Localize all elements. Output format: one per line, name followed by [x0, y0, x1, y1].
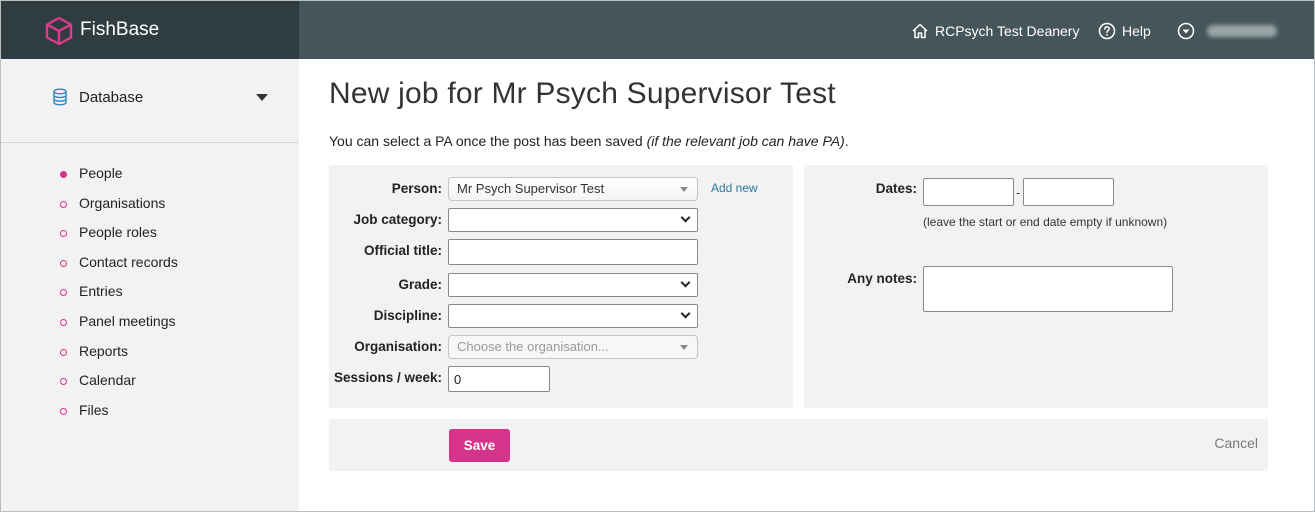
job-details-panel: Person: Mr Psych Supervisor Test Add new… — [329, 165, 793, 408]
grade-select[interactable] — [448, 273, 698, 297]
sidebar-item-label: Panel meetings — [79, 313, 176, 329]
date-separator: - — [1016, 185, 1021, 200]
sidebar-item-contact-records[interactable]: Contact records — [1, 254, 201, 274]
end-date-input[interactable] — [1023, 178, 1114, 206]
sessions-per-week-input[interactable] — [448, 366, 550, 392]
sidebar-item-files[interactable]: Files — [1, 402, 201, 422]
job-category-select[interactable] — [448, 208, 698, 232]
bullet-icon — [60, 289, 67, 296]
main-content: New job for Mr Psych Supervisor Test You… — [299, 59, 1314, 511]
grade-label: Grade: — [398, 277, 442, 292]
sidebar-item-people[interactable]: People — [1, 165, 201, 185]
discipline-label: Discipline: — [373, 308, 442, 323]
sidebar-item-reports[interactable]: Reports — [1, 343, 201, 363]
chevron-down-icon — [680, 308, 691, 319]
dates-hint: (leave the start or end date empty if un… — [923, 215, 1168, 229]
dates-label: Dates: — [875, 181, 917, 196]
user-menu[interactable] — [1177, 22, 1277, 40]
organisation-placeholder: Choose the organisation... — [457, 339, 609, 354]
chevron-down-icon — [680, 212, 691, 223]
sidebar: Database People Organisations People rol… — [1, 59, 299, 511]
sidebar-item-label: Reports — [79, 343, 129, 359]
home-icon — [912, 23, 928, 39]
person-label: Person: — [391, 181, 442, 196]
deanery-label: RCPsych Test Deanery — [935, 23, 1080, 39]
sidebar-item-entries[interactable]: Entries — [1, 283, 201, 303]
sidebar-item-label: Organisations — [79, 195, 166, 211]
organisation-label: Organisation: — [354, 339, 442, 354]
sidebar-item-organisations[interactable]: Organisations — [1, 195, 201, 215]
sidebar-item-label: Calendar — [79, 372, 136, 388]
bullet-icon — [60, 408, 67, 415]
organisation-select[interactable]: Choose the organisation... — [448, 335, 698, 359]
form-actions: Save Cancel — [329, 419, 1268, 471]
bullet-icon — [60, 230, 67, 237]
bullet-icon — [60, 171, 67, 178]
dates-notes-panel: Dates: - (leave the start or end date em… — [804, 165, 1268, 408]
add-new-person-link[interactable]: Add new — [711, 181, 758, 195]
bullet-icon — [60, 260, 67, 267]
bullet-icon — [60, 319, 67, 326]
intro-emphasis: (if the relevant job can have PA) — [646, 133, 845, 149]
bullet-icon — [60, 201, 67, 208]
chevron-down-icon — [680, 277, 691, 288]
sidebar-item-label: Entries — [79, 283, 123, 299]
database-section-toggle[interactable]: Database — [1, 59, 299, 143]
database-icon — [53, 88, 67, 106]
sidebar-item-calendar[interactable]: Calendar — [1, 372, 201, 392]
caret-down-icon — [680, 187, 688, 192]
intro-end: . — [844, 133, 849, 149]
cube-logo-icon — [45, 16, 73, 46]
bullet-icon — [60, 349, 67, 356]
intro-main: You can select a PA once the post has be… — [329, 133, 647, 149]
job-category-label: Job category: — [353, 212, 442, 227]
app-name: FishBase — [80, 19, 160, 40]
official-title-input[interactable] — [448, 239, 698, 265]
caret-down-icon — [680, 345, 688, 350]
help-link[interactable]: Help — [1098, 22, 1151, 40]
deanery-link[interactable]: RCPsych Test Deanery — [911, 22, 1079, 40]
help-circle-icon — [1098, 22, 1116, 40]
brand[interactable]: FishBase — [1, 1, 299, 59]
start-date-input[interactable] — [923, 178, 1014, 206]
intro-text: You can select a PA once the post has be… — [329, 133, 849, 149]
discipline-select[interactable] — [448, 304, 698, 328]
person-value: Mr Psych Supervisor Test — [457, 181, 605, 196]
official-title-label: Official title: — [363, 243, 442, 258]
page-title: New job for Mr Psych Supervisor Test — [329, 77, 836, 110]
sidebar-item-label: Files — [79, 402, 109, 418]
person-select[interactable]: Mr Psych Supervisor Test — [448, 177, 698, 201]
sidebar-item-panel-meetings[interactable]: Panel meetings — [1, 313, 201, 333]
sidebar-item-label: People roles — [79, 224, 157, 240]
notes-textarea[interactable] — [923, 266, 1173, 312]
database-label: Database — [79, 89, 144, 106]
chevron-circle-down-icon — [1177, 22, 1195, 40]
sidebar-item-people-roles[interactable]: People roles — [1, 224, 201, 244]
bullet-icon — [60, 378, 67, 385]
cancel-link[interactable]: Cancel — [1214, 435, 1258, 451]
sidebar-item-label: People — [79, 165, 123, 181]
notes-label: Any notes: — [847, 271, 917, 286]
sidebar-item-label: Contact records — [79, 254, 178, 270]
caret-down-icon — [256, 94, 268, 101]
user-name-redacted — [1207, 25, 1277, 37]
save-button[interactable]: Save — [449, 429, 510, 462]
help-label: Help — [1122, 23, 1151, 39]
top-header: FishBase RCPsych Test Deanery Help — [1, 1, 1314, 59]
sessions-label: Sessions / week: — [333, 370, 442, 385]
